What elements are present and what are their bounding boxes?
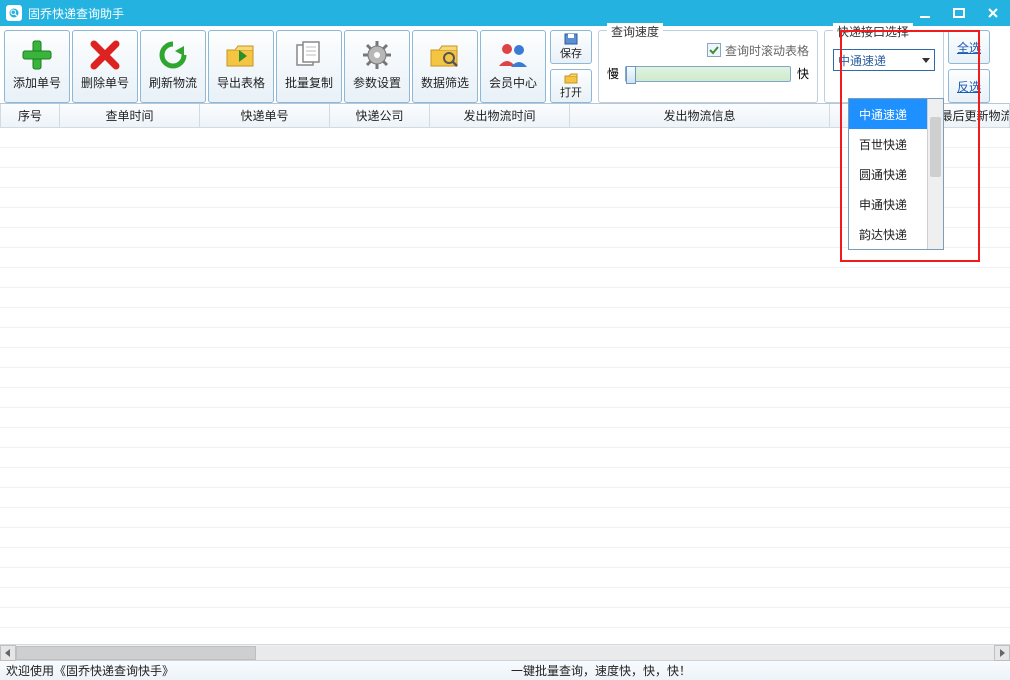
col-seq[interactable]: 序号 xyxy=(0,104,60,127)
table-row[interactable] xyxy=(0,548,1010,568)
invert-select-button[interactable]: 反选 xyxy=(948,69,990,103)
status-right: 一键批量查询，速度快，快，快！ xyxy=(505,662,1010,679)
save-icon xyxy=(563,33,579,45)
table-row[interactable] xyxy=(0,388,1010,408)
select-all-label: 全选 xyxy=(957,39,981,56)
table-row[interactable] xyxy=(0,488,1010,508)
refresh-button[interactable]: 刷新物流 xyxy=(140,30,206,103)
filter-label: 数据筛选 xyxy=(421,74,469,91)
table-row[interactable] xyxy=(0,528,1010,548)
table-row[interactable] xyxy=(0,268,1010,288)
scroll-left-arrow[interactable] xyxy=(0,645,16,661)
table-row[interactable] xyxy=(0,288,1010,308)
status-bar: 欢迎使用《固乔快递查询快手》 一键批量查询，速度快，快，快！ xyxy=(0,660,1010,680)
folder-search-icon xyxy=(428,38,462,72)
filter-button[interactable]: 数据筛选 xyxy=(412,30,478,103)
window-title: 固乔快递查询助手 xyxy=(28,5,908,22)
table-row[interactable] xyxy=(0,588,1010,608)
add-button[interactable]: 添加单号 xyxy=(4,30,70,103)
scroll-track[interactable] xyxy=(16,646,994,660)
table-row[interactable] xyxy=(0,468,1010,488)
slider-thumb[interactable] xyxy=(626,66,636,84)
minimize-button[interactable] xyxy=(908,0,942,26)
table-row[interactable] xyxy=(0,308,1010,328)
invert-select-label: 反选 xyxy=(957,78,981,95)
delete-button[interactable]: 删除单号 xyxy=(72,30,138,103)
add-label: 添加单号 xyxy=(13,74,61,91)
app-icon xyxy=(6,5,22,21)
plus-icon xyxy=(20,38,54,72)
col-time[interactable]: 查单时间 xyxy=(60,104,200,127)
refresh-icon xyxy=(156,38,190,72)
scroll-checkbox[interactable] xyxy=(707,43,721,57)
select-all-button[interactable]: 全选 xyxy=(948,30,990,64)
folder-export-icon xyxy=(224,38,258,72)
col-trackno[interactable]: 快递单号 xyxy=(200,104,330,127)
table-row[interactable] xyxy=(0,328,1010,348)
open-icon xyxy=(563,72,579,84)
col-sendinfo[interactable]: 发出物流信息 xyxy=(570,104,830,127)
open-button[interactable]: 打开 xyxy=(550,69,592,103)
params-button[interactable]: 参数设置 xyxy=(344,30,410,103)
api-selected-value: 中通速递 xyxy=(838,52,886,69)
dropdown-scrollbar[interactable] xyxy=(927,99,943,249)
gear-icon xyxy=(360,38,394,72)
table-row[interactable] xyxy=(0,568,1010,588)
col-company[interactable]: 快递公司 xyxy=(330,104,430,127)
api-legend: 快递接口选择 xyxy=(833,23,913,40)
close-button[interactable] xyxy=(976,0,1010,26)
table-row[interactable] xyxy=(0,408,1010,428)
speed-slow-label: 慢 xyxy=(607,65,619,82)
table-row[interactable] xyxy=(0,608,1010,628)
save-button[interactable]: 保存 xyxy=(550,30,592,64)
x-icon xyxy=(88,38,122,72)
scroll-right-arrow[interactable] xyxy=(994,645,1010,661)
table-row[interactable] xyxy=(0,428,1010,448)
toolbar: 添加单号 删除单号 刷新物流 导出表格 批量复制 参数设置 数据筛选 会员中心 … xyxy=(0,26,1010,104)
api-dropdown[interactable]: 中通速递 百世快递 圆通快递 申通快递 韵达快递 xyxy=(848,98,944,250)
table-row[interactable] xyxy=(0,628,1010,644)
export-label: 导出表格 xyxy=(217,74,265,91)
params-label: 参数设置 xyxy=(353,74,401,91)
refresh-label: 刷新物流 xyxy=(149,74,197,91)
table-row[interactable] xyxy=(0,368,1010,388)
delete-label: 删除单号 xyxy=(81,74,129,91)
people-icon xyxy=(496,38,530,72)
table-row[interactable] xyxy=(0,508,1010,528)
api-select[interactable]: 中通速递 xyxy=(833,49,935,71)
maximize-button[interactable] xyxy=(942,0,976,26)
col-lastupdate[interactable]: 最后更新物流 xyxy=(944,104,1010,127)
col-sendtime[interactable]: 发出物流时间 xyxy=(430,104,570,127)
scroll-thumb[interactable] xyxy=(16,646,256,660)
table-row[interactable] xyxy=(0,448,1010,468)
status-left: 欢迎使用《固乔快递查询快手》 xyxy=(0,662,505,679)
member-button[interactable]: 会员中心 xyxy=(480,30,546,103)
horizontal-scrollbar[interactable] xyxy=(0,644,1010,660)
batch-copy-label: 批量复制 xyxy=(285,74,333,91)
member-label: 会员中心 xyxy=(489,74,537,91)
chevron-down-icon xyxy=(922,58,930,63)
api-group: 快递接口选择 中通速递 xyxy=(824,30,944,103)
speed-legend: 查询速度 xyxy=(607,23,663,40)
copy-icon xyxy=(292,38,326,72)
speed-slider[interactable] xyxy=(625,66,791,82)
open-label: 打开 xyxy=(560,84,582,100)
speed-group: 查询速度 查询时滚动表格 慢 快 xyxy=(598,30,818,103)
table-row[interactable] xyxy=(0,248,1010,268)
scroll-checkbox-label: 查询时滚动表格 xyxy=(725,42,809,59)
batch-copy-button[interactable]: 批量复制 xyxy=(276,30,342,103)
table-row[interactable] xyxy=(0,348,1010,368)
save-label: 保存 xyxy=(560,45,582,61)
speed-fast-label: 快 xyxy=(797,65,809,82)
export-button[interactable]: 导出表格 xyxy=(208,30,274,103)
